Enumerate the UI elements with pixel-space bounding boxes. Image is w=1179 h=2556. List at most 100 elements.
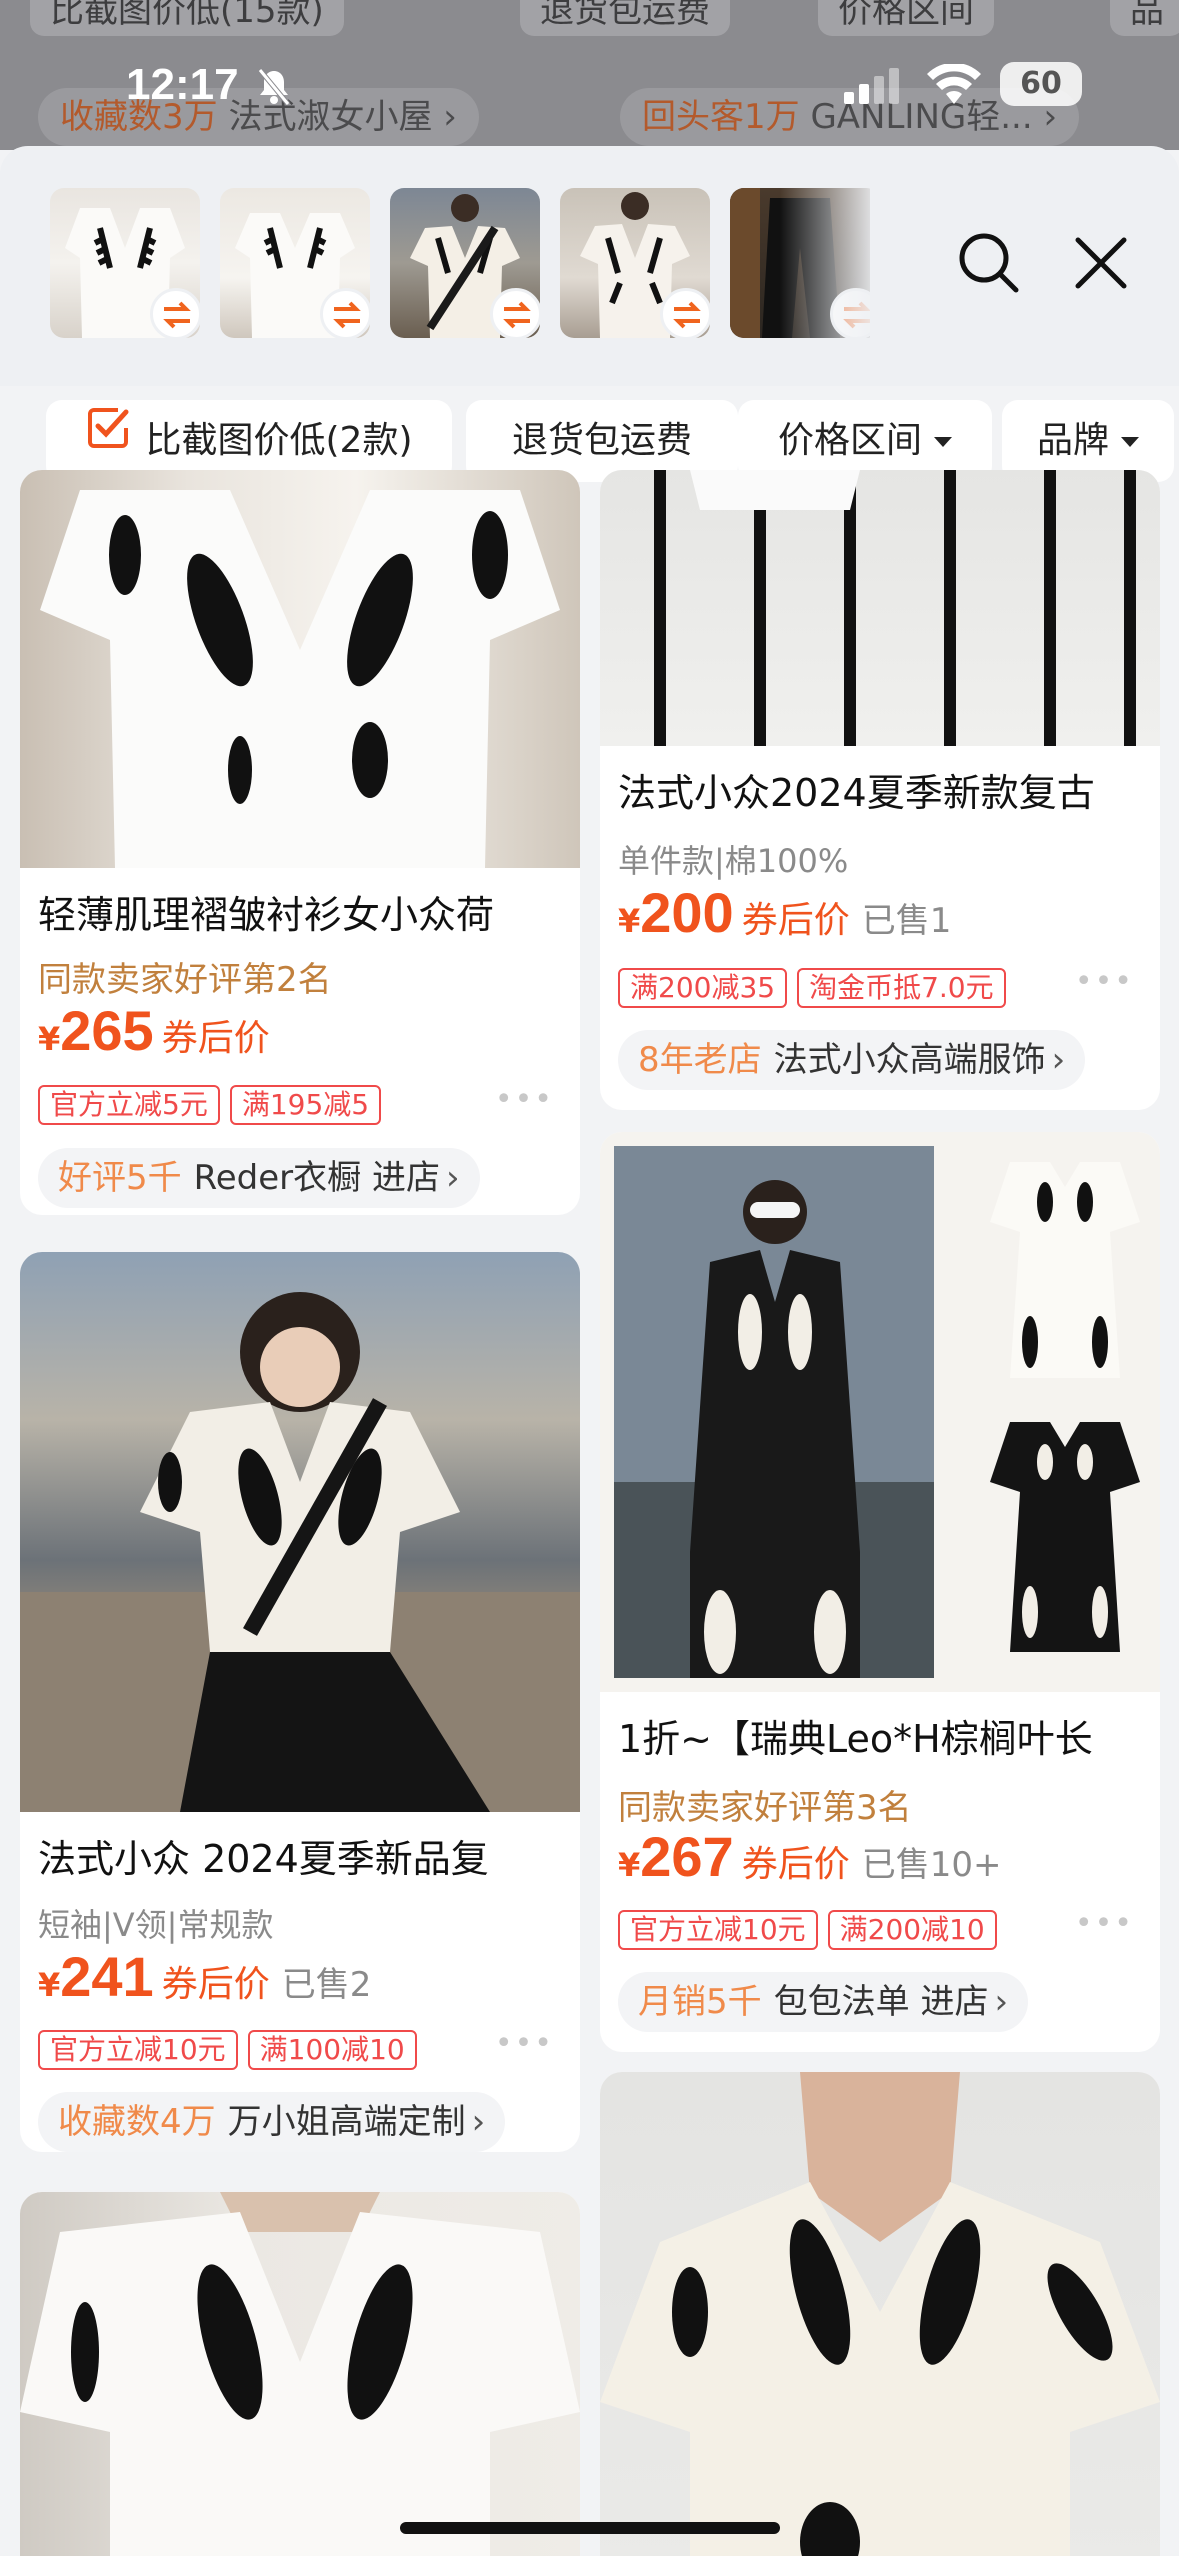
more-options-icon[interactable]: •••	[1075, 964, 1134, 999]
more-options-icon[interactable]: •••	[495, 1082, 554, 1117]
product-card[interactable]: 法式小众2024夏季新款复古 单件款|棉100% ¥200 券后价 已售1 满200…	[600, 470, 1160, 1110]
product-attributes: 单件款|棉100%	[618, 842, 849, 880]
promo-tag: 满200减35	[618, 968, 788, 1008]
product-card[interactable]: 轻薄肌理褶皱衬衫女小众荷 同款卖家好评第2名 ¥265 券后价 官方立减5元 满19…	[20, 470, 580, 1215]
search-icon[interactable]	[958, 232, 1020, 294]
product-title: 法式小众2024夏季新款复古	[618, 771, 1095, 815]
thumbnail-1[interactable]	[50, 188, 200, 338]
chevron-right-icon: ›	[1051, 1040, 1066, 1080]
promo-tag: 满200减10	[827, 1910, 997, 1950]
product-card[interactable]: 1折~【瑞典Leo*H棕榈叶长 同款卖家好评第3名 ¥267 券后价 已售10+ 官…	[600, 1132, 1160, 2052]
promo-tags: 官方立减10元 满100减10	[38, 2030, 427, 2070]
product-title: 1折~【瑞典Leo*H棕榈叶长	[618, 1717, 1093, 1761]
sold-count: 已售10+	[861, 1845, 1002, 1885]
chevron-right-icon: ›	[445, 1158, 460, 1198]
chevron-right-icon: ›	[994, 1982, 1009, 2022]
sold-count: 已售2	[281, 1965, 372, 2005]
price-suffix: 券后价	[161, 1964, 270, 2005]
shop-name: 法式小众高端服饰	[773, 1040, 1046, 1080]
product-image	[20, 470, 580, 868]
shop-highlight: 收藏数4万	[58, 2102, 216, 2142]
swap-icon[interactable]	[490, 288, 540, 338]
checkbox-checked-icon	[86, 398, 130, 480]
wifi-icon	[926, 62, 982, 110]
product-image	[600, 470, 1160, 746]
currency-symbol: ¥	[38, 1020, 61, 1058]
bg-filter-chip: 比截图价低(15款)	[30, 0, 344, 36]
battery-indicator: 60	[1000, 62, 1082, 106]
product-image	[20, 1252, 580, 1812]
shop-link[interactable]: 8年老店 法式小众高端服饰 ›	[618, 1030, 1086, 1090]
product-title: 法式小众 2024夏季新品复	[38, 1837, 489, 1881]
filter-label: 价格区间	[777, 420, 922, 461]
promo-tag: 淘金币抵7.0元	[797, 968, 1006, 1008]
swap-icon[interactable]	[150, 288, 200, 338]
shop-link[interactable]: 好评5千 Reder衣橱 进店 ›	[38, 1148, 480, 1208]
chevron-down-icon	[934, 437, 952, 447]
product-price: ¥241 券后价 已售2	[38, 1944, 371, 2009]
currency-symbol: ¥	[38, 1966, 61, 2004]
product-attributes: 短袖|V领|常规款	[38, 1906, 274, 1944]
price-suffix: 券后价	[161, 1018, 270, 1059]
product-image	[600, 1132, 1160, 1692]
status-bar: 12:17 60	[0, 56, 1179, 116]
bg-filter-chip: 品	[1110, 0, 1179, 36]
image-search-header	[0, 146, 1179, 386]
thumbnail-strip[interactable]	[50, 188, 870, 338]
shop-name: 包包法单 进店	[773, 1982, 989, 2022]
promo-tag: 官方立减5元	[38, 1085, 220, 1125]
product-rank: 同款卖家好评第3名	[618, 1788, 912, 1828]
filter-label: 退货包运费	[511, 420, 692, 461]
product-price: ¥267 券后价 已售10+	[618, 1824, 1001, 1889]
price-value: 265	[60, 999, 154, 1062]
chevron-down-icon	[1121, 437, 1139, 447]
bg-filter-chip: 退货包运费	[520, 0, 730, 36]
thumbnail-3[interactable]	[390, 188, 540, 338]
product-card[interactable]: 法式小众 2024夏季新品复 短袖|V领|常规款 ¥241 券后价 已售2 官方立减…	[20, 1252, 580, 2152]
swap-icon[interactable]	[660, 288, 710, 338]
more-options-icon[interactable]: •••	[1075, 1906, 1134, 1941]
close-icon[interactable]	[1072, 234, 1130, 292]
shop-highlight: 8年老店	[638, 1040, 762, 1080]
product-image	[600, 2072, 1160, 2556]
swap-icon[interactable]	[320, 288, 370, 338]
promo-tag: 官方立减10元	[38, 2030, 238, 2070]
shop-name: 万小姐高端定制	[227, 2102, 466, 2142]
price-suffix: 券后价	[741, 1844, 850, 1885]
bg-filter-chip: 价格区间	[818, 0, 994, 36]
more-options-icon[interactable]: •••	[495, 2026, 554, 2061]
promo-tags: 官方立减10元 满200减10	[618, 1910, 1007, 1950]
filter-label: 比截图价低(2款)	[145, 420, 413, 461]
currency-symbol: ¥	[618, 902, 641, 940]
promo-tag: 满195减5	[229, 1085, 382, 1125]
product-price: ¥265 券后价	[38, 998, 270, 1063]
product-price: ¥200 券后价 已售1	[618, 880, 951, 945]
promo-tag: 官方立减10元	[618, 1910, 818, 1950]
mute-bell-icon	[256, 68, 292, 110]
product-card[interactable]	[600, 2072, 1160, 2556]
status-time: 12:17	[126, 60, 239, 109]
thumbnail-4[interactable]	[560, 188, 710, 338]
shop-name: Reder衣橱 进店	[193, 1158, 440, 1198]
price-suffix: 券后价	[741, 900, 850, 941]
product-rank: 同款卖家好评第2名	[38, 960, 332, 1000]
chevron-right-icon: ›	[471, 2102, 486, 2142]
thumbnail-fade	[780, 188, 880, 338]
currency-symbol: ¥	[618, 1846, 641, 1884]
product-title: 轻薄肌理褶皱衬衫女小众荷	[38, 893, 495, 937]
product-card[interactable]	[20, 2192, 580, 2556]
cellular-signal-icon	[842, 68, 902, 108]
home-indicator[interactable]	[400, 2522, 780, 2534]
price-value: 241	[60, 1945, 154, 2008]
shop-link[interactable]: 月销5千 包包法单 进店 ›	[618, 1972, 1029, 2032]
promo-tags: 官方立减5元 满195减5	[38, 1085, 391, 1125]
filter-label: 品牌	[1036, 420, 1109, 461]
promo-tags: 满200减35 淘金币抵7.0元	[618, 968, 1016, 1008]
shop-highlight: 月销5千	[638, 1982, 762, 2022]
shop-highlight: 好评5千	[58, 1158, 182, 1198]
shop-link[interactable]: 收藏数4万 万小姐高端定制 ›	[38, 2092, 506, 2152]
price-value: 200	[640, 881, 734, 944]
thumbnail-2[interactable]	[220, 188, 370, 338]
promo-tag: 满100减10	[247, 2030, 417, 2070]
sold-count: 已售1	[861, 901, 952, 941]
